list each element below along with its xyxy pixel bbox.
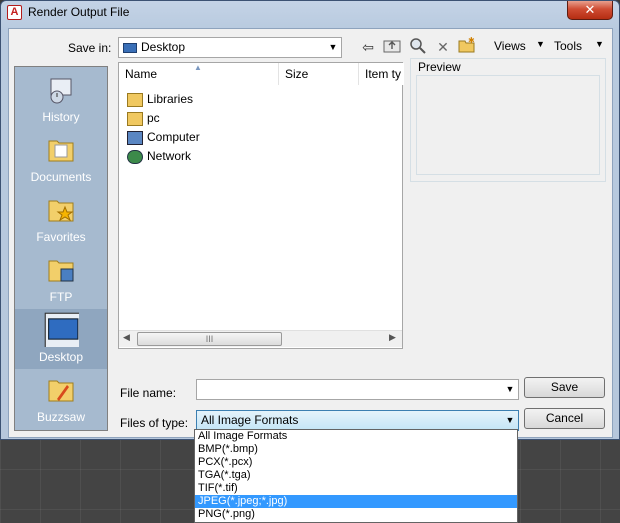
column-header-size[interactable]: Size bbox=[279, 63, 359, 85]
file-type-option[interactable]: TIF(*.tif) bbox=[195, 482, 517, 495]
list-item[interactable]: pc bbox=[127, 109, 160, 128]
column-header-name[interactable]: Name ▲ bbox=[119, 63, 279, 85]
file-list[interactable]: Name ▲ Size Item ty Libraries pc Computer… bbox=[118, 62, 404, 349]
app-icon: A bbox=[7, 5, 22, 20]
place-buzzsaw[interactable]: Buzzsaw bbox=[15, 369, 107, 429]
desktop-icon bbox=[44, 312, 79, 347]
place-desktop[interactable]: Desktop bbox=[15, 309, 107, 369]
file-type-dropdown[interactable]: All Image Formats BMP(*.bmp) PCX(*.pcx) … bbox=[194, 429, 518, 523]
file-name-chevron-icon[interactable]: ▼ bbox=[502, 380, 518, 399]
search-web-icon[interactable] bbox=[408, 37, 428, 57]
scroll-left-icon[interactable]: ◀ bbox=[123, 332, 130, 343]
save-button[interactable]: Save bbox=[524, 377, 605, 398]
place-documents[interactable]: Documents bbox=[15, 129, 107, 189]
back-icon[interactable]: ⇦ bbox=[358, 37, 378, 57]
list-item[interactable]: Libraries bbox=[127, 90, 193, 109]
list-item[interactable]: Network bbox=[127, 147, 191, 166]
file-type-option-selected[interactable]: JPEG(*.jpeg;*.jpg) bbox=[195, 495, 517, 508]
file-type-option[interactable]: All Image Formats bbox=[195, 430, 517, 443]
libraries-icon bbox=[127, 92, 143, 107]
place-label: FTP bbox=[49, 290, 73, 304]
scroll-thumb[interactable]: III bbox=[137, 332, 282, 346]
place-label: Buzzsaw bbox=[36, 410, 86, 424]
files-of-type-chevron-icon[interactable]: ▼ bbox=[502, 411, 518, 430]
save-in-combo[interactable]: Desktop ▼ bbox=[118, 37, 342, 58]
chevron-down-icon[interactable]: ▼ bbox=[325, 38, 341, 57]
file-name-field[interactable]: ▼ bbox=[196, 379, 519, 400]
delete-icon[interactable]: ✕ bbox=[433, 37, 453, 57]
horizontal-scrollbar[interactable]: ◀ III ▶ bbox=[119, 330, 402, 347]
dialog-client: Save in: Desktop ▼ ⇦ ✕ ✱ Views ▼ Tools ▼… bbox=[8, 28, 613, 438]
place-label: Desktop bbox=[38, 350, 84, 364]
place-favorites[interactable]: Favorites bbox=[15, 189, 107, 249]
place-ftp[interactable]: FTP bbox=[15, 249, 107, 309]
file-name-label: File name: bbox=[120, 386, 177, 400]
place-history[interactable]: History bbox=[15, 69, 107, 129]
preview-panel: Preview bbox=[410, 58, 606, 182]
render-output-dialog: A Render Output File ✕ Save in: Desktop … bbox=[0, 0, 620, 440]
column-header-item-type[interactable]: Item ty bbox=[359, 63, 404, 85]
favorites-icon bbox=[48, 200, 74, 222]
cancel-button[interactable]: Cancel bbox=[524, 408, 605, 429]
file-type-option[interactable]: BMP(*.bmp) bbox=[195, 443, 517, 456]
buzzsaw-icon bbox=[48, 380, 74, 402]
desktop-small-icon bbox=[123, 42, 137, 53]
tools-menu[interactable]: Tools bbox=[554, 39, 582, 53]
history-icon bbox=[50, 78, 72, 104]
new-folder-icon[interactable]: ✱ bbox=[457, 36, 477, 57]
place-label: History bbox=[42, 110, 80, 124]
place-label: Documents bbox=[30, 170, 92, 184]
user-folder-icon bbox=[127, 111, 143, 126]
list-item[interactable]: Computer bbox=[127, 128, 200, 147]
network-icon bbox=[127, 149, 143, 164]
save-in-label: Save in: bbox=[68, 41, 112, 55]
sort-ascending-icon: ▲ bbox=[194, 63, 202, 72]
place-label: Favorites bbox=[36, 230, 86, 244]
places-bar: History Documents Favorites FTP Desktop … bbox=[14, 66, 108, 431]
computer-icon bbox=[127, 130, 143, 145]
preview-area bbox=[416, 75, 600, 175]
views-menu[interactable]: Views bbox=[494, 39, 526, 53]
tools-chevron-icon[interactable]: ▼ bbox=[595, 39, 604, 49]
file-type-option[interactable]: TGA(*.tga) bbox=[195, 469, 517, 482]
file-type-option[interactable]: PNG(*.png) bbox=[195, 508, 517, 521]
ftp-icon bbox=[48, 260, 74, 282]
svg-text:✱: ✱ bbox=[468, 37, 475, 45]
save-in-value: Desktop bbox=[141, 40, 186, 54]
file-type-option[interactable]: PCX(*.pcx) bbox=[195, 456, 517, 469]
up-folder-icon[interactable] bbox=[382, 37, 402, 57]
files-of-type-label: Files of type: bbox=[120, 416, 189, 430]
documents-icon bbox=[48, 140, 74, 162]
title-bar: A Render Output File ✕ bbox=[1, 1, 619, 27]
dialog-title: Render Output File bbox=[28, 5, 130, 19]
close-button[interactable]: ✕ bbox=[567, 1, 613, 20]
preview-label: Preview bbox=[418, 60, 461, 74]
scroll-right-icon[interactable]: ▶ bbox=[389, 332, 396, 343]
views-chevron-icon[interactable]: ▼ bbox=[536, 39, 545, 49]
files-of-type-select[interactable]: All Image Formats ▼ bbox=[196, 410, 519, 431]
